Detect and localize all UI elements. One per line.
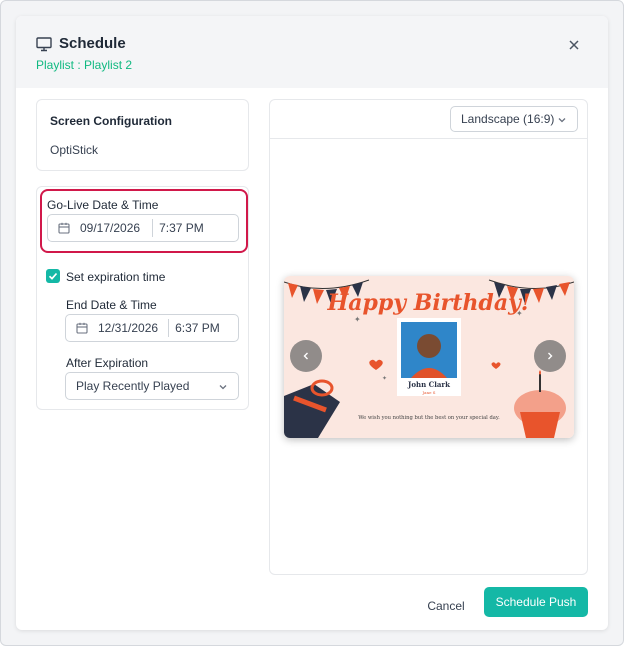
birthday-slide-image: Happy Birthday! John Clark Jane S ✦ ✦ ✦ (284, 276, 574, 438)
field-divider (168, 319, 170, 337)
end-datetime-label: End Date & Time (66, 298, 157, 312)
next-slide-button[interactable] (534, 340, 566, 372)
check-icon (48, 272, 58, 280)
svg-text:✦: ✦ (516, 309, 523, 318)
previous-slide-button[interactable] (290, 340, 322, 372)
expiration-checkbox[interactable] (46, 269, 60, 283)
schedule-modal: Schedule Playlist : Playlist 2 Screen Co… (16, 16, 608, 630)
screen-configuration-title: Screen Configuration (50, 114, 173, 128)
slide-subname: Jane S (422, 390, 436, 395)
after-expiration-select[interactable]: Play Recently Played (65, 372, 239, 400)
chevron-left-icon (303, 352, 308, 360)
cancel-button[interactable]: Cancel (418, 592, 474, 620)
screen-configuration-card: Screen Configuration OptiStick (36, 99, 249, 171)
schedule-push-button[interactable]: Schedule Push (484, 587, 588, 617)
end-date[interactable]: 12/31/2026 (98, 321, 158, 335)
end-time[interactable]: 6:37 PM (175, 321, 220, 335)
orientation-select[interactable]: Landscape (16:9) (450, 106, 578, 132)
modal-header: Schedule Playlist : Playlist 2 (16, 16, 608, 88)
playlist-subtitle: Playlist : Playlist 2 (36, 58, 133, 72)
preview-divider (270, 138, 587, 139)
preview-card: Landscape (16:9) Happy Birthday! John Cl… (269, 99, 588, 575)
svg-text:✦: ✦ (354, 315, 361, 324)
end-datetime-field[interactable]: 12/31/2026 6:37 PM (65, 314, 239, 342)
chevron-down-icon (558, 118, 566, 123)
slide-message: We wish you nothing but the best on your… (358, 415, 500, 421)
golive-date[interactable]: 09/17/2026 (80, 221, 140, 235)
monitor-icon (36, 36, 52, 51)
calendar-icon (58, 222, 70, 234)
chevron-down-icon (219, 385, 227, 390)
slide-name: John Clark (407, 380, 450, 389)
after-expiration-label: After Expiration (66, 356, 149, 370)
screen-name: OptiStick (50, 143, 99, 157)
chevron-right-icon (548, 352, 553, 360)
after-expiration-value: Play Recently Played (76, 379, 190, 393)
field-divider (152, 219, 154, 237)
calendar-icon (76, 322, 88, 334)
expiration-checkbox-label[interactable]: Set expiration time (66, 270, 165, 284)
slide-preview: Happy Birthday! John Clark Jane S ✦ ✦ ✦ (284, 276, 574, 438)
orientation-value: Landscape (16:9) (461, 112, 555, 126)
golive-datetime-field[interactable]: 09/17/2026 7:37 PM (47, 214, 239, 242)
golive-label: Go-Live Date & Time (47, 198, 159, 212)
golive-time[interactable]: 7:37 PM (159, 221, 204, 235)
svg-text:✦: ✦ (382, 375, 387, 382)
title-row: Schedule (36, 35, 126, 52)
modal-title: Schedule (59, 35, 126, 52)
slide-heading: Happy Birthday! (326, 290, 530, 316)
close-icon[interactable] (567, 38, 581, 52)
